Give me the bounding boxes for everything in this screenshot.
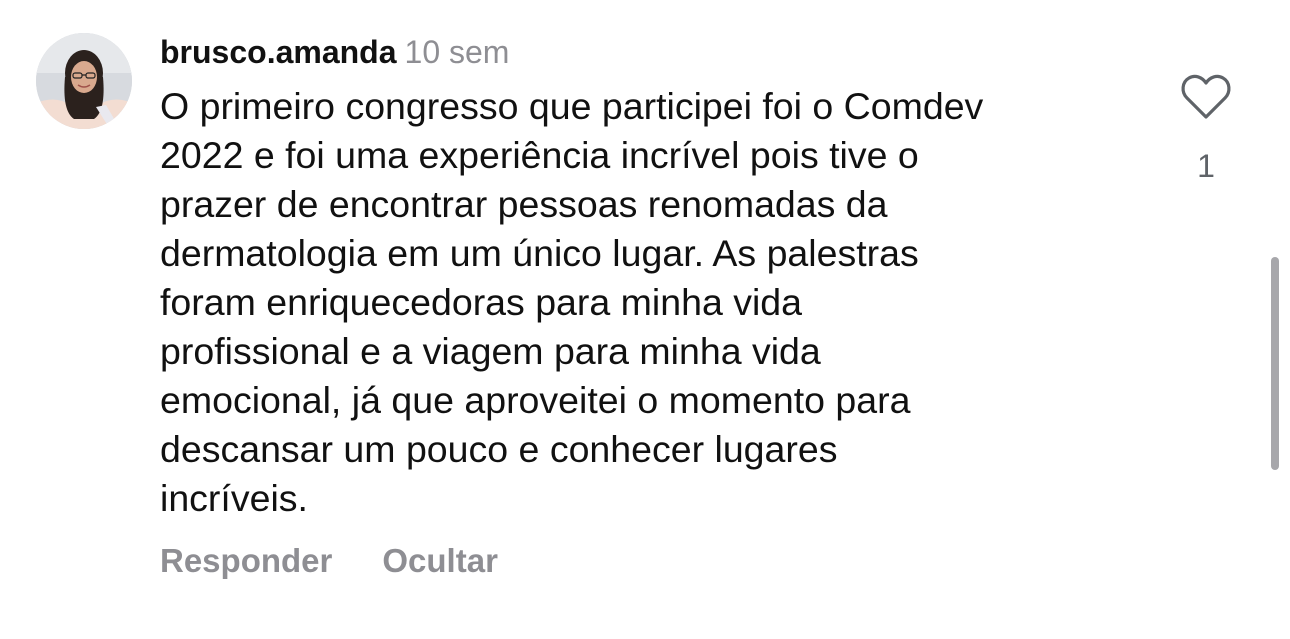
like-button[interactable] bbox=[1180, 73, 1232, 121]
comment-text: O primeiro congresso que participei foi … bbox=[160, 85, 984, 519]
comment-header: brusco.amanda 10 sem bbox=[160, 30, 509, 74]
avatar-photo bbox=[36, 33, 132, 129]
scrollbar[interactable] bbox=[1271, 257, 1279, 470]
username-link[interactable]: brusco.amanda bbox=[160, 34, 397, 70]
comment-item: brusco.amanda 10 sem O primeiro congresso… bbox=[0, 0, 1290, 639]
avatar[interactable] bbox=[36, 33, 132, 129]
hide-button[interactable]: Ocultar bbox=[382, 538, 498, 584]
comment-actions: Responder Ocultar bbox=[160, 538, 498, 584]
comment-timestamp: 10 sem bbox=[404, 34, 510, 70]
like-count: 1 bbox=[1197, 148, 1215, 184]
heart-outline-icon bbox=[1181, 74, 1231, 119]
reply-button[interactable]: Responder bbox=[160, 538, 332, 584]
